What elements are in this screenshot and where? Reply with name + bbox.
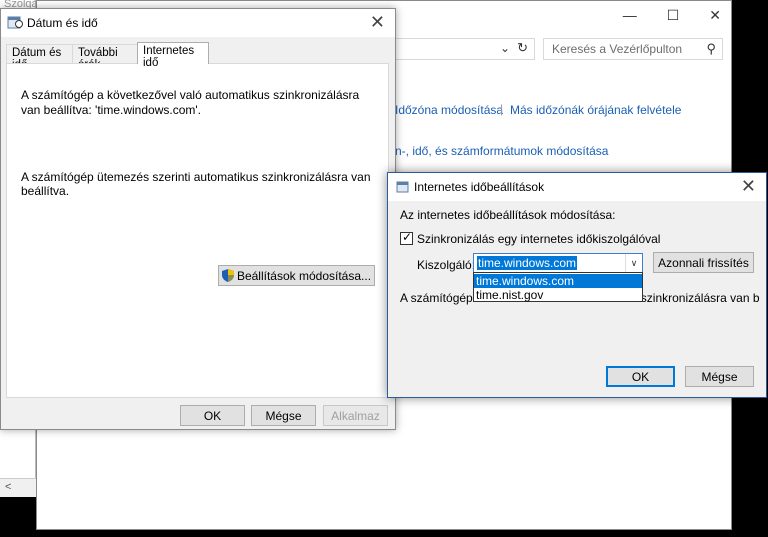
window-controls: — ☐ ✕ bbox=[623, 7, 721, 24]
ok-button[interactable]: OK bbox=[606, 366, 675, 387]
sync-checkbox-label[interactable]: Szinkronizálás egy internetes időkiszolg… bbox=[417, 232, 660, 246]
link-separator: | bbox=[500, 102, 504, 116]
server-combobox[interactable]: time.windows.com ∨ bbox=[473, 253, 643, 273]
tab-internet-time[interactable]: Internetes idő bbox=[137, 42, 209, 69]
schedule-info-text: A számítógép ütemezés szerinti automatik… bbox=[21, 170, 371, 198]
shield-icon bbox=[221, 269, 234, 282]
close-button[interactable]: ✕ bbox=[709, 7, 721, 24]
dropdown-option[interactable]: time.windows.com bbox=[474, 274, 642, 288]
clock-calendar-icon bbox=[396, 181, 409, 193]
server-dropdown-list: time.windows.com time.nist.gov bbox=[473, 272, 643, 302]
server-value[interactable]: time.windows.com bbox=[477, 256, 578, 270]
change-settings-button[interactable]: Beállítások módosítása... bbox=[218, 265, 375, 286]
dialog-title: Internetes időbeállítások bbox=[414, 180, 545, 194]
dropdown-option[interactable]: time.nist.gov bbox=[474, 288, 642, 302]
close-icon[interactable]: ✕ bbox=[370, 12, 385, 33]
change-settings-label: Beállítások módosítása... bbox=[236, 269, 372, 283]
chevron-down-icon[interactable]: ∨ bbox=[625, 254, 642, 272]
timezone-link[interactable]: Időzóna módosítása bbox=[395, 103, 503, 117]
refresh-icon[interactable]: ↻ bbox=[517, 40, 528, 56]
clock-calendar-icon bbox=[7, 16, 23, 29]
settings-heading: Az internetes időbeállítások módosítása: bbox=[400, 208, 616, 222]
search-icon[interactable]: ⚲ bbox=[706, 41, 716, 57]
apply-button[interactable]: Alkalmaz bbox=[323, 405, 388, 426]
dialog-titlebar: Internetes időbeállítások ✕ bbox=[388, 173, 766, 201]
scroll-left-icon[interactable]: < bbox=[5, 481, 11, 493]
minimize-button[interactable]: — bbox=[623, 7, 637, 24]
sync-info-text: A számítógép a következővel való automat… bbox=[21, 88, 360, 117]
dialog-titlebar: Dátum és idő ✕ bbox=[1, 9, 395, 37]
tab-date-time[interactable]: Dátum és idő bbox=[6, 44, 73, 71]
checkmark-icon: ✓ bbox=[402, 230, 413, 244]
horizontal-scrollbar[interactable]: < bbox=[0, 478, 36, 497]
datetime-dialog: Dátum és idő ✕ Dátum és idő További órák… bbox=[0, 8, 396, 430]
cancel-button[interactable]: Mégse bbox=[251, 405, 316, 426]
maximize-button[interactable]: ☐ bbox=[667, 7, 680, 24]
search-input[interactable]: Keresés a Vezérlőpulton ⚲ bbox=[543, 38, 723, 60]
dialog-title: Dátum és idő bbox=[27, 16, 98, 30]
update-now-button[interactable]: Azonnali frissítés bbox=[653, 252, 754, 273]
search-placeholder: Keresés a Vezérlőpulton bbox=[552, 42, 683, 56]
sync-checkbox[interactable]: ✓ bbox=[400, 230, 413, 245]
internet-time-dialog: Internetes időbeállítások ✕ Az internete… bbox=[387, 172, 767, 398]
ok-button[interactable]: OK bbox=[180, 405, 245, 426]
add-clocks-link[interactable]: Más időzónák órájának felvétele bbox=[510, 103, 681, 117]
formats-link[interactable]: n-, idő, és számformátumok módosítása bbox=[395, 144, 608, 158]
close-icon[interactable]: ✕ bbox=[741, 176, 756, 197]
server-label: Kiszolgáló: bbox=[417, 258, 476, 272]
chevron-down-icon[interactable]: ⌄ bbox=[500, 41, 510, 55]
tab-additional-clocks[interactable]: További órák bbox=[72, 44, 138, 71]
cancel-button[interactable]: Mégse bbox=[685, 366, 754, 387]
tab-panel: A számítógép a következővel való automat… bbox=[6, 63, 389, 398]
